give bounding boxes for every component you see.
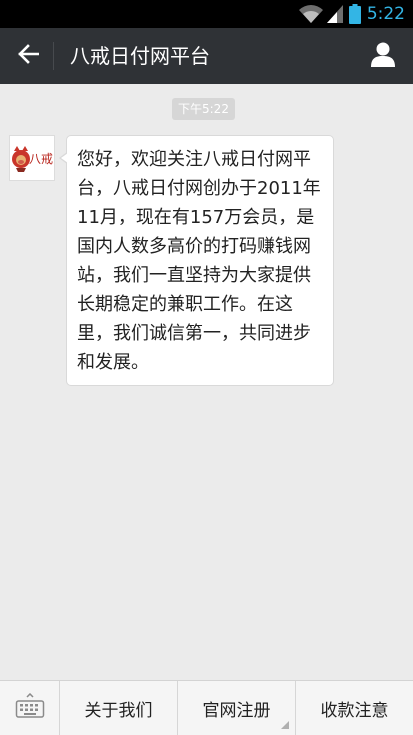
profile-button[interactable]: [363, 36, 403, 76]
wifi-icon: [298, 4, 324, 24]
person-icon: [370, 41, 396, 71]
menu-label: 官网注册: [202, 700, 271, 721]
signal-icon: [326, 5, 343, 23]
message-bubble[interactable]: 您好，欢迎关注八戒日付网平台，八戒日付网创办于2011年11月，现在有157万会…: [59, 135, 334, 386]
back-arrow-icon: [17, 44, 40, 68]
keyboard-toggle-button[interactable]: [0, 681, 60, 735]
bottom-menu: 关于我们 官网注册 收款注意: [0, 680, 413, 735]
avatar-logo-text: 八戒: [29, 152, 53, 166]
menu-label: 关于我们: [84, 700, 153, 721]
battery-icon: [348, 4, 361, 24]
title-divider: [53, 42, 54, 70]
back-button[interactable]: [8, 36, 48, 76]
menu-about-us[interactable]: 关于我们: [60, 681, 178, 735]
submenu-indicator-icon: [281, 721, 289, 729]
status-bar: 5:22: [0, 0, 413, 28]
menu-official-register[interactable]: 官网注册: [178, 681, 296, 735]
menu-payment-notes[interactable]: 收款注意: [296, 681, 413, 735]
status-icons: 5:22: [298, 0, 413, 28]
pig-logo-icon: 八戒: [10, 136, 54, 180]
title-bar: 八戒日付网平台: [0, 28, 413, 84]
message-timestamp: 下午5:22: [172, 98, 235, 120]
menu-label: 收款注意: [320, 700, 389, 721]
sender-avatar[interactable]: 八戒: [9, 135, 55, 181]
chat-area[interactable]: 下午5:22 八戒 您好，欢迎关注八戒日付网平台，八戒日付网创办于2011年11…: [0, 84, 413, 680]
status-time: 5:22: [366, 4, 405, 24]
chat-title: 八戒日付网平台: [70, 44, 210, 68]
keyboard-icon: [15, 692, 45, 723]
